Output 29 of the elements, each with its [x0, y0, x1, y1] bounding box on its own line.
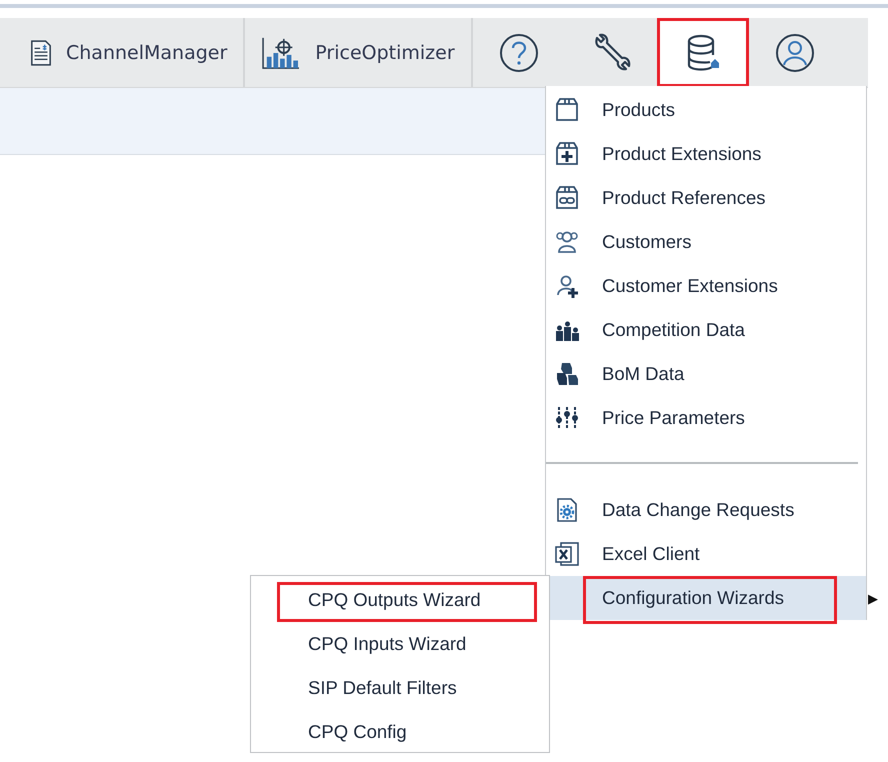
toolbar-button[interactable]: [656, 18, 749, 87]
invoice-icon: [30, 38, 52, 66]
menu-item[interactable]: Price Parameters: [546, 396, 866, 440]
help-icon: [498, 32, 539, 72]
box-plus-icon: [554, 141, 580, 167]
submenu-option[interactable]: CPQ Outputs Wizard: [251, 578, 549, 622]
menu-item[interactable]: Customer Extensions: [546, 264, 866, 308]
menu-item[interactable]: BoM Data: [546, 352, 866, 396]
menu-item[interactable]: Product References: [546, 176, 866, 220]
chart-target-icon: [261, 36, 302, 70]
menu-item[interactable]: Product Extensions: [546, 132, 866, 176]
user-icon: [774, 32, 815, 72]
cubes-icon: [554, 361, 580, 387]
submenu-option[interactable]: CPQ Config: [251, 710, 549, 754]
menu-item[interactable]: Data Change Requests: [546, 488, 866, 532]
box-link-icon: [554, 185, 580, 211]
sliders-icon: [554, 405, 580, 431]
submenu-option[interactable]: CPQ Inputs Wizard: [251, 622, 549, 666]
person-plus-icon: [554, 273, 580, 299]
menu-item[interactable]: Excel Client: [546, 532, 866, 576]
menu-item[interactable]: Products: [546, 88, 866, 132]
box-icon: [554, 97, 580, 123]
document-gear-icon: [554, 497, 580, 523]
spreadsheet-icon: [554, 541, 580, 567]
menu-item[interactable]: Customers: [546, 220, 866, 264]
menu-item[interactable]: Competition Data: [546, 308, 866, 352]
submenu-option[interactable]: SIP Default Filters: [251, 666, 549, 710]
submenu-arrow: ▶: [868, 590, 878, 606]
people-icon: [554, 229, 580, 255]
